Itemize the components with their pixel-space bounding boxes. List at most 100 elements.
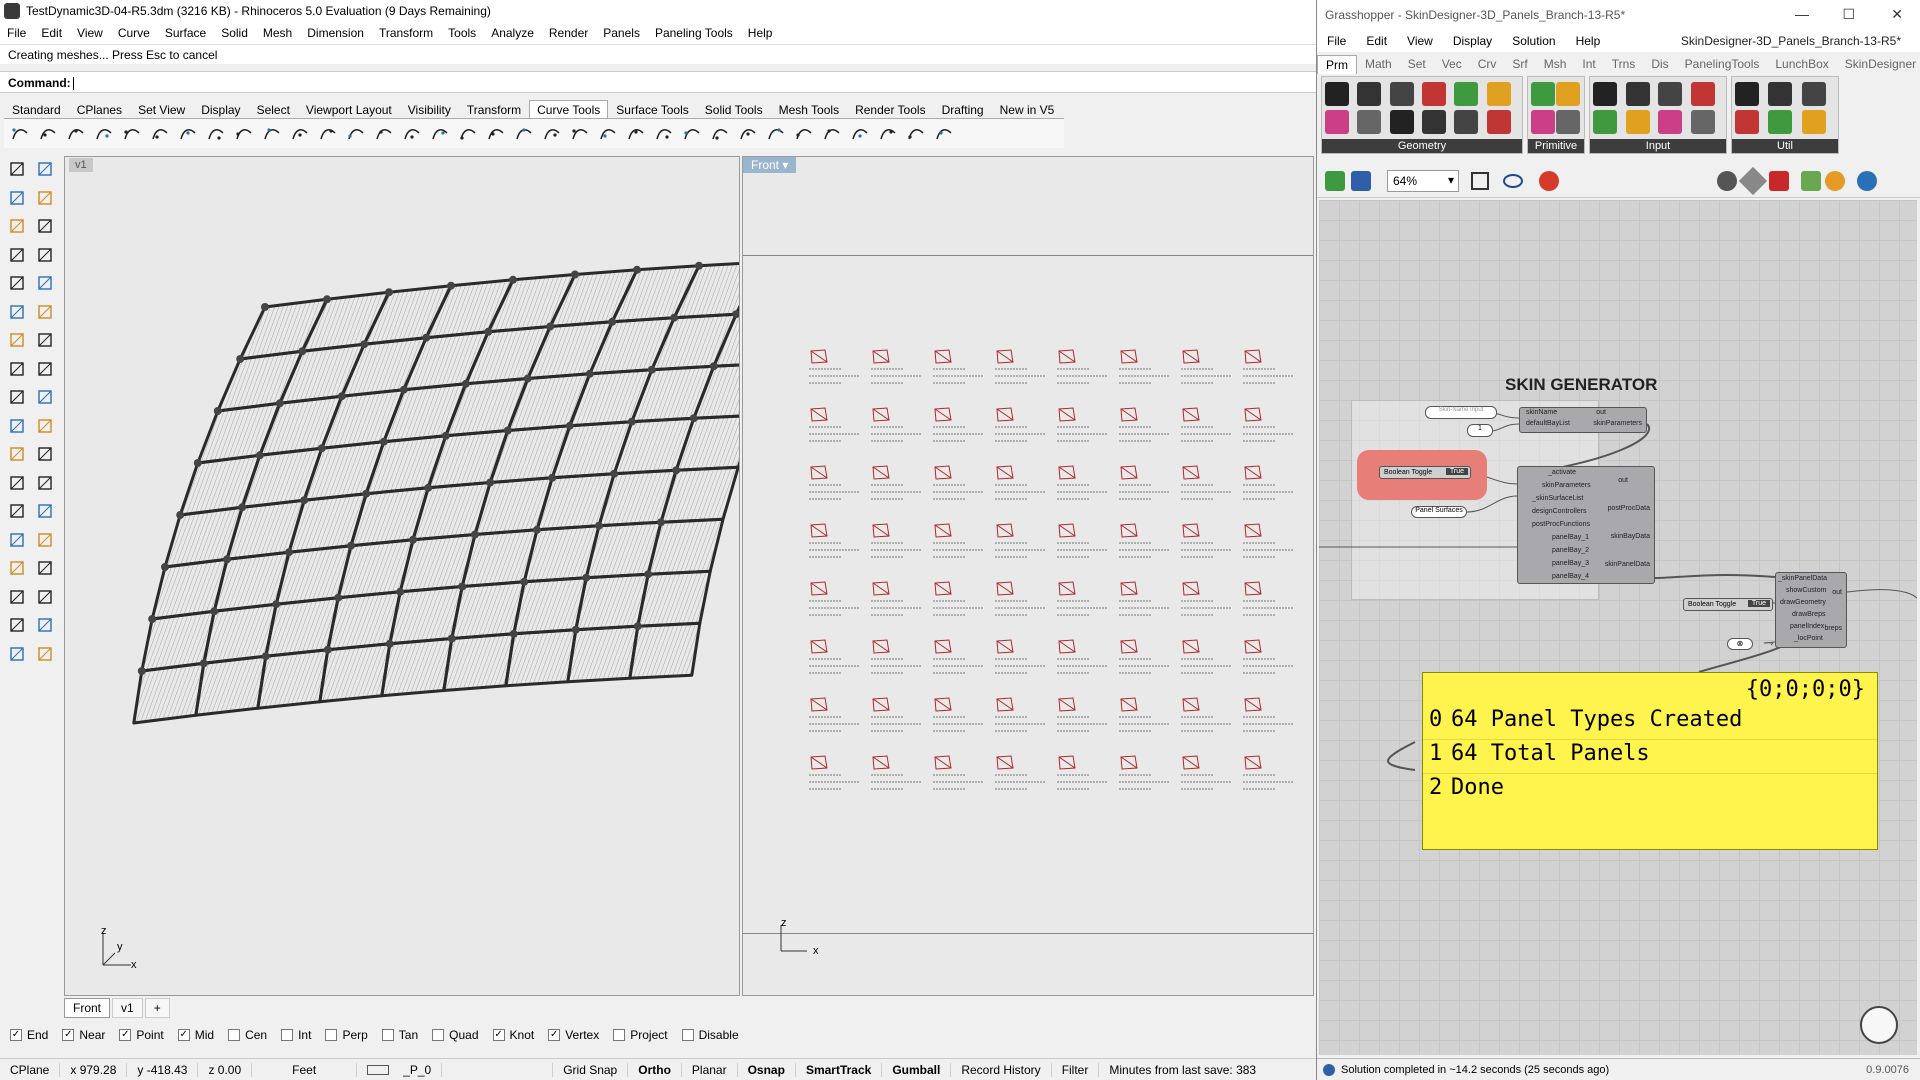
tab-solid-tools[interactable]: Solid Tools	[697, 100, 771, 118]
menu-panels[interactable]: Panels	[596, 26, 648, 40]
gh-menu-solution[interactable]: Solution	[1502, 34, 1565, 48]
left-tool-icon[interactable]	[34, 272, 56, 294]
osnap-disable[interactable]: Disable	[681, 1028, 739, 1042]
menu-tools[interactable]: Tools	[441, 26, 484, 40]
menu-view[interactable]: View	[70, 26, 111, 40]
curve-tool-icon[interactable]	[792, 122, 816, 146]
left-tool-icon[interactable]	[6, 614, 28, 636]
gh-menu-view[interactable]: View	[1397, 34, 1443, 48]
component-icon[interactable]	[1690, 110, 1715, 134]
osnap-near[interactable]: ✓ Near	[62, 1028, 105, 1042]
menu-analyze[interactable]: Analyze	[484, 26, 542, 40]
curve-tool-icon[interactable]	[848, 122, 872, 146]
left-tool-icon[interactable]	[6, 187, 28, 209]
osnap-checkbox[interactable]: ✓	[548, 1029, 561, 1041]
preview-material-icon[interactable]	[1825, 171, 1845, 191]
curve-tool-icon[interactable]	[932, 122, 956, 146]
curve-tool-icon[interactable]	[176, 122, 200, 146]
osnap-checkbox[interactable]	[681, 1029, 694, 1041]
maximize-icon[interactable]: ☐	[1842, 6, 1855, 23]
skin-generator-node[interactable]: _activate skinParameters _skinSurfaceLis…	[1517, 466, 1655, 584]
osnap-checkbox[interactable]: ✓	[177, 1029, 190, 1041]
sketch-pen-icon[interactable]	[1539, 171, 1559, 191]
gh-tab-int[interactable]: Int	[1574, 55, 1603, 73]
osnap-project[interactable]: Project	[613, 1028, 668, 1042]
left-tool-icon[interactable]	[6, 301, 28, 323]
tab-curve-tools[interactable]: Curve Tools	[529, 100, 609, 118]
component-icon[interactable]	[1658, 82, 1682, 106]
tab-standard[interactable]: Standard	[4, 100, 69, 118]
left-tool-icon[interactable]	[34, 244, 56, 266]
tab-visibility[interactable]: Visibility	[400, 100, 459, 118]
component-icon[interactable]	[1389, 110, 1414, 134]
viewport-tab-front[interactable]: Front	[64, 998, 111, 1018]
component-icon[interactable]	[1325, 110, 1349, 134]
component-icon[interactable]	[1325, 82, 1349, 106]
curve-tool-icon[interactable]	[736, 122, 760, 146]
curve-tool-icon[interactable]	[148, 122, 172, 146]
left-tool-icon[interactable]	[6, 158, 28, 180]
component-icon[interactable]	[1357, 82, 1382, 106]
left-tool-icon[interactable]	[6, 529, 28, 551]
left-tool-icon[interactable]	[6, 329, 28, 351]
perspective-viewport[interactable]: v1 z y x	[64, 156, 740, 996]
osnap-checkbox[interactable]: ✓	[119, 1029, 132, 1041]
left-tool-icon[interactable]	[34, 472, 56, 494]
left-tool-icon[interactable]	[6, 244, 28, 266]
status-cplane[interactable]: CPlane	[0, 1062, 61, 1077]
menu-transform[interactable]: Transform	[372, 26, 441, 40]
component-icon[interactable]	[1625, 110, 1650, 134]
component-icon[interactable]	[1801, 110, 1826, 134]
curve-tool-icon[interactable]	[8, 122, 32, 146]
component-icon[interactable]	[1735, 82, 1759, 106]
front-viewport[interactable]: Front ▾ z x	[742, 156, 1314, 996]
left-tool-icon[interactable]	[6, 358, 28, 380]
component-icon[interactable]	[1454, 110, 1479, 134]
status-smarttrack[interactable]: SmartTrack	[796, 1062, 883, 1077]
preview-shaded-icon[interactable]	[1769, 171, 1789, 191]
menu-curve[interactable]: Curve	[111, 26, 158, 40]
curve-tool-icon[interactable]	[428, 122, 452, 146]
status-layer[interactable]: _P_0	[357, 1062, 554, 1077]
preview-eye-icon[interactable]	[1503, 174, 1523, 188]
gh-menu-edit[interactable]: Edit	[1356, 34, 1397, 48]
curve-tool-icon[interactable]	[316, 122, 340, 146]
curve-tool-icon[interactable]	[484, 122, 508, 146]
component-icon[interactable]	[1531, 82, 1555, 106]
status-osnap[interactable]: Osnap	[738, 1062, 796, 1077]
left-tool-icon[interactable]	[34, 500, 56, 522]
component-icon[interactable]	[1768, 110, 1793, 134]
menu-file[interactable]: File	[0, 26, 34, 40]
left-tool-icon[interactable]	[34, 187, 56, 209]
component-icon[interactable]	[1658, 110, 1682, 134]
menu-mesh[interactable]: Mesh	[256, 26, 300, 40]
left-tool-icon[interactable]	[34, 529, 56, 551]
left-tool-icon[interactable]	[34, 557, 56, 579]
curve-tool-icon[interactable]	[568, 122, 592, 146]
component-icon[interactable]	[1593, 110, 1617, 134]
tab-surface-tools[interactable]: Surface Tools	[608, 100, 697, 118]
component-icon[interactable]	[1357, 110, 1382, 134]
menu-paneling-tools[interactable]: Paneling Tools	[648, 26, 741, 40]
component-icon[interactable]	[1625, 82, 1650, 106]
left-tool-icon[interactable]	[6, 643, 28, 665]
curve-tool-icon[interactable]	[512, 122, 536, 146]
gh-tab-set[interactable]: Set	[1400, 55, 1434, 73]
left-tool-icon[interactable]	[34, 301, 56, 323]
left-tool-icon[interactable]	[6, 272, 28, 294]
gh-menu-display[interactable]: Display	[1443, 34, 1502, 48]
left-tool-icon[interactable]	[34, 643, 56, 665]
left-tool-icon[interactable]	[34, 329, 56, 351]
tab-viewport-layout[interactable]: Viewport Layout	[298, 100, 400, 118]
osnap-checkbox[interactable]: ✓	[10, 1029, 22, 1041]
left-tool-icon[interactable]	[34, 614, 56, 636]
gh-tab-panelingtools[interactable]: PanelingTools	[1677, 55, 1768, 73]
component-icon[interactable]	[1454, 82, 1479, 106]
curve-tool-icon[interactable]	[232, 122, 256, 146]
osnap-checkbox[interactable]	[325, 1029, 338, 1041]
curve-tool-icon[interactable]	[204, 122, 228, 146]
left-tool-icon[interactable]	[6, 500, 28, 522]
panel-inventory-node[interactable]: _skinPanelData showCustom drawGeometry d…	[1775, 572, 1847, 648]
gh-tab-lunchbox[interactable]: LunchBox	[1767, 55, 1836, 73]
gh-menu-help[interactable]: Help	[1566, 34, 1611, 48]
